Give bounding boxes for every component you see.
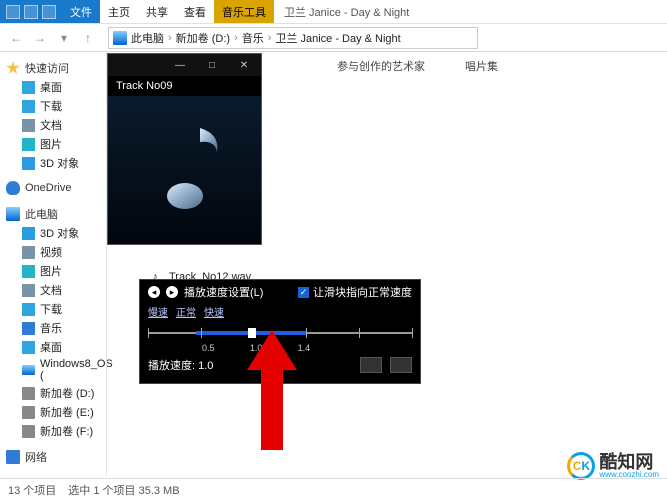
sidebar-item-pictures[interactable]: 图片 xyxy=(22,135,102,153)
network-icon xyxy=(6,450,20,464)
player-track-title: Track No09 xyxy=(108,76,261,96)
qat-button[interactable] xyxy=(42,5,56,19)
desktop-icon xyxy=(22,341,35,354)
watermark: CK 酷知网 www.coozhi.com xyxy=(567,452,659,480)
sidebar-onedrive[interactable]: OneDrive xyxy=(4,179,102,197)
sidebar-item-drive-f[interactable]: 新加卷 (F:) xyxy=(22,422,102,440)
desktop-icon xyxy=(22,81,35,94)
player-maximize[interactable]: □ xyxy=(197,56,227,74)
status-bar: 13 个项目 选中 1 个项目 35.3 MB xyxy=(0,478,667,500)
speed-tab-fast[interactable]: 快速 xyxy=(204,304,224,319)
player-close[interactable]: ✕ xyxy=(229,56,259,74)
star-icon xyxy=(6,61,20,75)
music-note-icon xyxy=(140,120,230,220)
pc-icon xyxy=(113,31,127,45)
media-player-window[interactable]: — □ ✕ Track No09 xyxy=(108,54,261,244)
tab-share[interactable]: 共享 xyxy=(138,0,176,23)
document-icon xyxy=(22,119,35,132)
status-count: 13 个项目 xyxy=(8,482,56,498)
cloud-icon xyxy=(6,181,20,195)
download-icon xyxy=(22,100,35,113)
check-icon: ✓ xyxy=(298,287,309,298)
sidebar-item-desktop[interactable]: 桌面 xyxy=(22,338,102,356)
tab-music-tools[interactable]: 音乐工具 xyxy=(214,0,274,23)
next-button[interactable]: ▸ xyxy=(166,286,178,298)
drive-icon xyxy=(22,365,35,375)
picture-icon xyxy=(22,138,35,151)
quick-access-toolbar[interactable] xyxy=(0,0,62,23)
sidebar-item-desktop[interactable]: 桌面 xyxy=(22,78,102,96)
tab-file[interactable]: 文件 xyxy=(62,0,100,23)
sidebar-item-pictures[interactable]: 图片 xyxy=(22,262,102,280)
sidebar-item-3dobjects[interactable]: 3D 对象 xyxy=(22,154,102,172)
sidebar: 快速访问 桌面 下载 文档 图片 3D 对象 OneDrive 此电脑 3D 对… xyxy=(0,52,106,476)
player-minimize[interactable]: — xyxy=(165,56,195,74)
pc-icon xyxy=(6,207,20,221)
nav-up[interactable]: ↑ xyxy=(78,28,98,48)
col-artist[interactable]: 参与创作的艺术家 xyxy=(337,58,425,74)
sidebar-network[interactable]: 网络 xyxy=(4,447,102,467)
sidebar-item-documents[interactable]: 文档 xyxy=(22,281,102,299)
prev-button[interactable]: ◂ xyxy=(148,286,160,298)
cube-icon xyxy=(22,227,35,240)
picture-icon xyxy=(22,265,35,278)
col-album[interactable]: 唱片集 xyxy=(465,58,498,74)
sidebar-item-downloads[interactable]: 下载 xyxy=(22,300,102,318)
speed-current: 播放速度: 1.0 xyxy=(148,357,213,373)
annotation-arrow xyxy=(247,330,297,450)
music-icon xyxy=(22,322,35,335)
sidebar-item-documents[interactable]: 文档 xyxy=(22,116,102,134)
album-art xyxy=(108,96,261,244)
speed-button-a[interactable] xyxy=(360,357,382,373)
speed-panel-title: 播放速度设置(L) xyxy=(184,284,263,300)
breadcrumb-part[interactable]: 音乐 xyxy=(242,30,264,46)
sidebar-item-drive-c[interactable]: Windows8_OS ( xyxy=(22,357,102,383)
snap-checkbox[interactable]: ✓ 让滑块指向正常速度 xyxy=(298,284,412,300)
qat-button[interactable] xyxy=(24,5,38,19)
sidebar-thispc[interactable]: 此电脑 xyxy=(4,204,102,224)
watermark-logo-icon: CK xyxy=(567,452,595,480)
cube-icon xyxy=(22,157,35,170)
breadcrumb[interactable]: 此电脑› 新加卷 (D:)› 音乐› 卫兰 Janice - Day & Nig… xyxy=(108,27,478,49)
sidebar-item-downloads[interactable]: 下载 xyxy=(22,97,102,115)
breadcrumb-part[interactable]: 卫兰 Janice - Day & Night xyxy=(275,30,400,46)
window-title: 卫兰 Janice - Day & Night xyxy=(284,4,409,20)
sidebar-item-3dobjects[interactable]: 3D 对象 xyxy=(22,224,102,242)
drive-icon xyxy=(22,425,35,438)
drive-icon xyxy=(22,387,35,400)
breadcrumb-part[interactable]: 此电脑 xyxy=(131,30,164,46)
sidebar-item-drive-d[interactable]: 新加卷 (D:) xyxy=(22,384,102,402)
speed-tab-slow[interactable]: 慢速 xyxy=(148,304,168,319)
sidebar-item-music[interactable]: 音乐 xyxy=(22,319,102,337)
nav-back[interactable]: ← xyxy=(6,28,26,48)
sidebar-item-videos[interactable]: 视频 xyxy=(22,243,102,261)
speed-button-b[interactable] xyxy=(390,357,412,373)
breadcrumb-part[interactable]: 新加卷 (D:) xyxy=(176,30,230,46)
drive-icon xyxy=(22,406,35,419)
status-selection: 选中 1 个项目 35.3 MB xyxy=(68,482,179,498)
speed-tab-normal[interactable]: 正常 xyxy=(176,304,196,319)
tab-view[interactable]: 查看 xyxy=(176,0,214,23)
tab-home[interactable]: 主页 xyxy=(100,0,138,23)
nav-recent[interactable]: ▾ xyxy=(54,28,74,48)
nav-fwd[interactable]: → xyxy=(30,28,50,48)
video-icon xyxy=(22,246,35,259)
download-icon xyxy=(22,303,35,316)
explorer-icon xyxy=(6,5,20,19)
sidebar-quick-access[interactable]: 快速访问 xyxy=(4,58,102,78)
document-icon xyxy=(22,284,35,297)
sidebar-item-drive-e[interactable]: 新加卷 (E:) xyxy=(22,403,102,421)
